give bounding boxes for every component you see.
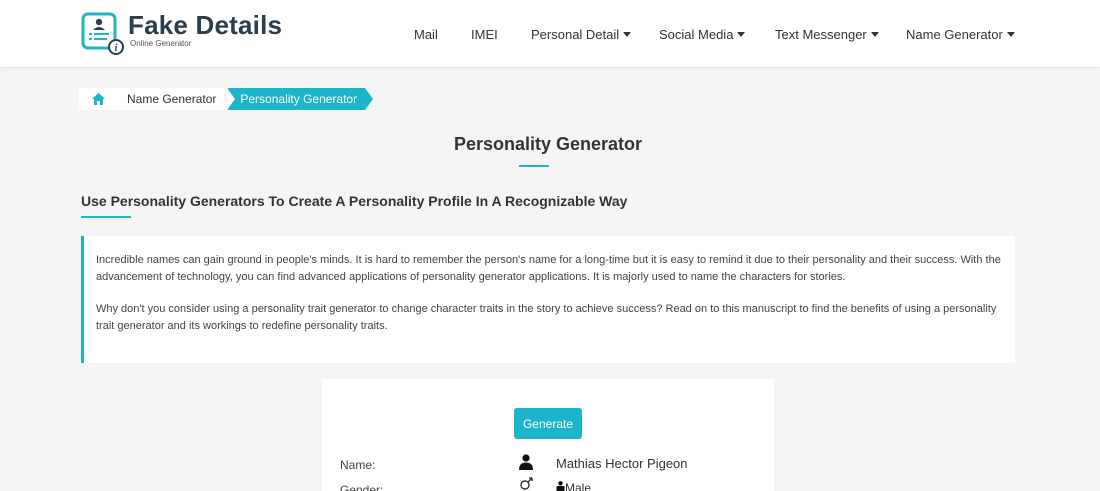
svg-text:i: i	[115, 43, 118, 54]
nav-imei-label: IMEI	[471, 27, 498, 42]
page-title: Personality Generator	[453, 134, 643, 154]
gender-label: Gender:	[340, 483, 384, 491]
heading-underline	[81, 216, 131, 218]
name-value: Mathias Hector Pigeon	[556, 456, 688, 471]
nav-name-generator[interactable]: Name Generator	[906, 27, 1015, 42]
nav-name-generator-label: Name Generator	[906, 27, 1003, 42]
section-heading: Use Personality Generators To Create A P…	[81, 193, 628, 209]
user-icon	[519, 454, 533, 470]
logo-title: Fake Details	[128, 10, 283, 40]
name-label: Name:	[340, 458, 376, 472]
breadcrumb-name-generator[interactable]: Name Generator	[117, 88, 225, 110]
nav-personal-detail-label: Personal Detail	[531, 27, 620, 42]
nav-social-media[interactable]: Social Media	[659, 27, 746, 42]
intro-box: Incredible names can gain ground in peop…	[81, 236, 1015, 363]
breadcrumb-current: Personality Generator	[227, 88, 373, 110]
site-logo[interactable]: i Fake Details Online Generator	[80, 11, 282, 55]
nav-imei[interactable]: IMEI	[471, 27, 498, 42]
logo-subtitle: Online Generator	[130, 39, 192, 48]
gender-icon	[520, 477, 533, 490]
home-icon	[91, 93, 105, 105]
title-underline	[519, 165, 549, 167]
male-icon	[556, 481, 565, 491]
caret-down-icon	[1006, 32, 1015, 38]
nav-text-messenger[interactable]: Text Messenger	[775, 27, 879, 42]
gender-value-text: Male	[565, 481, 592, 491]
nav-personal-detail[interactable]: Personal Detail	[531, 27, 632, 42]
caret-down-icon	[870, 32, 879, 38]
intro-paragraph: Incredible names can gain ground in peop…	[96, 254, 1001, 283]
id-card-icon: i	[81, 12, 124, 55]
caret-down-icon	[737, 32, 746, 38]
breadcrumb: Name Generator Personality Generator	[79, 88, 373, 110]
intro-paragraph: Why don't you consider using a personali…	[96, 303, 997, 332]
top-navbar: i Fake Details Online Generator Mail IME…	[0, 0, 1100, 68]
nav-mail[interactable]: Mail	[414, 27, 438, 42]
nav-social-media-label: Social Media	[659, 27, 734, 42]
caret-down-icon	[623, 32, 632, 38]
nav-mail-label: Mail	[414, 27, 438, 42]
generate-button[interactable]: Generate	[514, 408, 582, 439]
nav-text-messenger-label: Text Messenger	[775, 27, 867, 42]
generator-card: Generate Name: Mathias Hector Pigeon Gen…	[322, 379, 774, 491]
breadcrumb-home[interactable]	[79, 88, 117, 110]
gender-value: Male	[556, 481, 591, 491]
